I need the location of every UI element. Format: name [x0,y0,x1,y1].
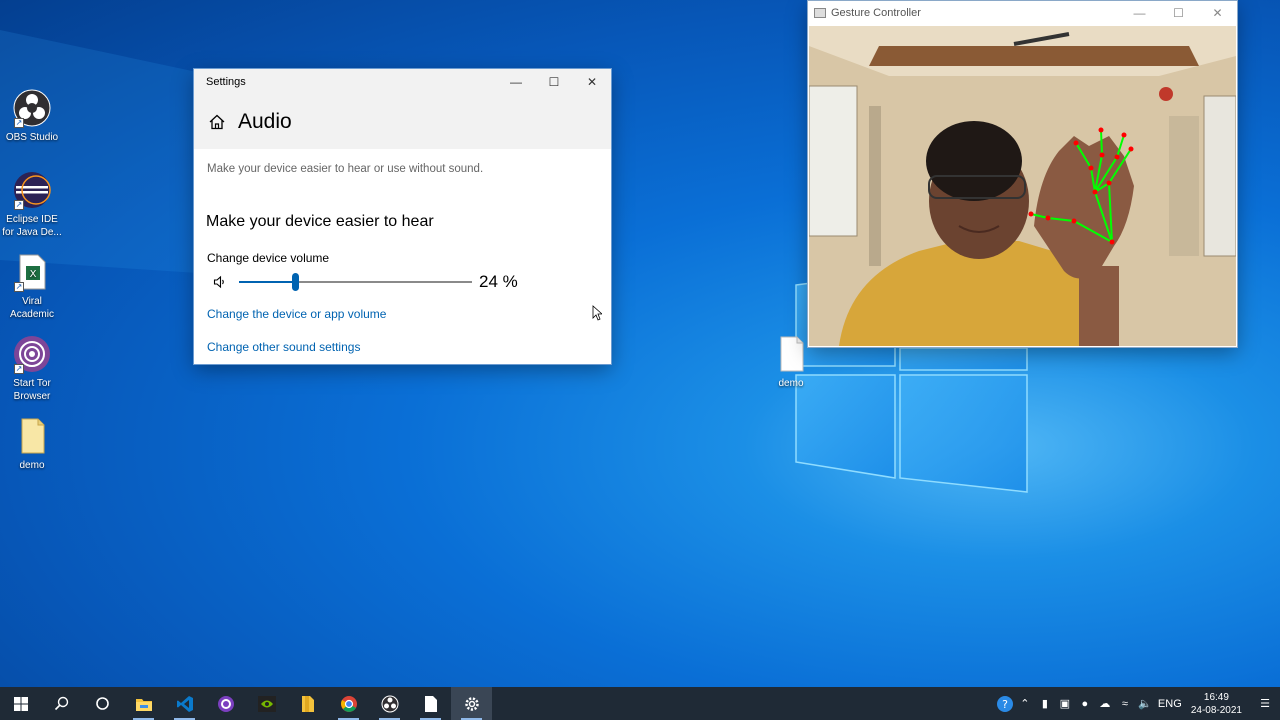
minimize-button[interactable]: — [497,69,535,95]
desktop-icon-label: OBS Studio [5,132,59,143]
desktop-icon-label: demo [778,378,804,389]
taskbar-settings[interactable] [451,687,492,720]
gesture-controller-window[interactable]: Gesture Controller — ☐ ✕ [808,1,1237,347]
desktop-icon-label: Eclipse IDE for Java De... [2,214,62,238]
settings-header: Audio [194,95,611,149]
files-icon [301,695,314,712]
volume-slider[interactable] [239,271,472,293]
windows-start-icon [13,696,28,711]
vscode-icon [176,695,193,712]
obs-icon: ↗ [12,88,52,128]
tor-icon: ↗ [12,334,52,374]
chevron-up-icon[interactable]: ⌃ [1015,687,1035,720]
language-indicator[interactable]: ENG [1155,687,1185,720]
taskbar-nvidia[interactable] [246,687,287,720]
webcam-feed [809,26,1236,346]
clock-time: 16:49 [1203,691,1229,703]
start-button[interactable] [0,687,41,720]
obs-icon [381,695,398,712]
notepad-icon [424,695,437,712]
file-explorer-icon [135,698,152,711]
close-button[interactable]: ✕ [573,69,611,95]
section-title: Make your device easier to hear [206,213,434,230]
github-desktop-icon [217,695,234,712]
change-other-sound-settings-link[interactable]: Change other sound settings [207,340,611,354]
battery-icon[interactable]: ▮ [1035,687,1055,720]
file-icon [771,334,811,374]
clock-date: 24-08-2021 [1190,704,1242,716]
change-device-app-volume-link[interactable]: Change the device or app volume [207,307,611,321]
help-icon[interactable]: ? [995,687,1015,720]
window-title: Gesture Controller [831,7,921,19]
desktop-icon-label: Viral Academic [10,296,54,320]
desktop-icon-demo-folder[interactable]: demo [0,416,64,472]
volume-row: 24 % [213,271,611,293]
slider-fill [239,281,295,283]
cortana-button[interactable] [82,687,123,720]
slider-thumb[interactable] [291,273,299,291]
taskbar-chrome[interactable] [328,687,369,720]
gesture-titlebar[interactable]: Gesture Controller — ☐ ✕ [808,1,1237,25]
chrome-icon [340,695,357,712]
eclipse-icon: ↗ [12,170,52,210]
settings-window[interactable]: Settings — ☐ ✕ Audio Make your device ea… [194,69,611,364]
desktop-icon-viral-academic[interactable]: X ↗ Viral Academic [0,252,64,321]
clock[interactable]: 16:49 24-08-2021 [1191,691,1242,717]
speaker-icon [213,275,224,289]
device-icon[interactable]: ▣ [1055,687,1075,720]
onedrive-cloud-icon[interactable]: ☁ [1095,687,1115,720]
taskbar-obs[interactable] [369,687,410,720]
search-icon [54,696,69,711]
folder-icon [12,416,52,456]
mouse-cursor-icon [592,305,602,321]
taskbar-vscode[interactable] [164,687,205,720]
taskbar-github-desktop[interactable] [205,687,246,720]
search-button[interactable] [41,687,82,720]
taskbar-files[interactable] [287,687,328,720]
desktop-icon-label: demo [19,460,45,471]
taskbar: ? ⌃ ▮ ▣ ● ☁ ≈ 🔈 ENG 16:49 24-08-2021 ☰ [0,687,1280,720]
microphone-icon[interactable]: ● [1075,687,1095,720]
minimize-button[interactable]: — [1120,0,1159,26]
maximize-button[interactable]: ☐ [1159,0,1198,26]
desktop-icon-obs[interactable]: ↗ OBS Studio [0,88,64,144]
nvidia-icon [257,695,276,712]
settings-gear-icon [464,696,479,711]
page-description: Make your device easier to hear or use w… [207,163,484,175]
taskbar-notepad[interactable] [410,687,451,720]
svg-text:?: ? [1002,698,1008,711]
close-button[interactable]: ✕ [1198,0,1237,26]
desktop-icon-eclipse[interactable]: ↗ Eclipse IDE for Java De... [0,170,64,239]
taskbar-file-explorer[interactable] [123,687,164,720]
volume-value: 24 % [479,272,518,291]
system-tray: ? ⌃ ▮ ▣ ● ☁ ≈ 🔈 ENG 16:49 24-08-2021 ☰ [995,687,1280,720]
desktop-icon-tor[interactable]: ↗ Start Tor Browser [0,334,64,403]
app-window-icon [814,8,826,18]
notification-center-icon[interactable]: ☰ [1250,687,1280,720]
svg-text:X: X [30,269,37,280]
cortana-icon [96,697,109,710]
excel-file-icon: X ↗ [12,252,52,292]
wifi-icon[interactable]: ≈ [1115,687,1135,720]
desktop-icon-label: Start Tor Browser [13,378,51,402]
home-icon[interactable] [208,113,226,131]
window-title: Settings [206,76,246,88]
volume-label: Change device volume [207,251,330,265]
page-title: Audio [238,110,292,133]
maximize-button[interactable]: ☐ [535,69,573,95]
settings-titlebar[interactable]: Settings — ☐ ✕ [194,69,611,95]
webcam-image [809,26,1236,346]
volume-icon[interactable]: 🔈 [1135,687,1155,720]
